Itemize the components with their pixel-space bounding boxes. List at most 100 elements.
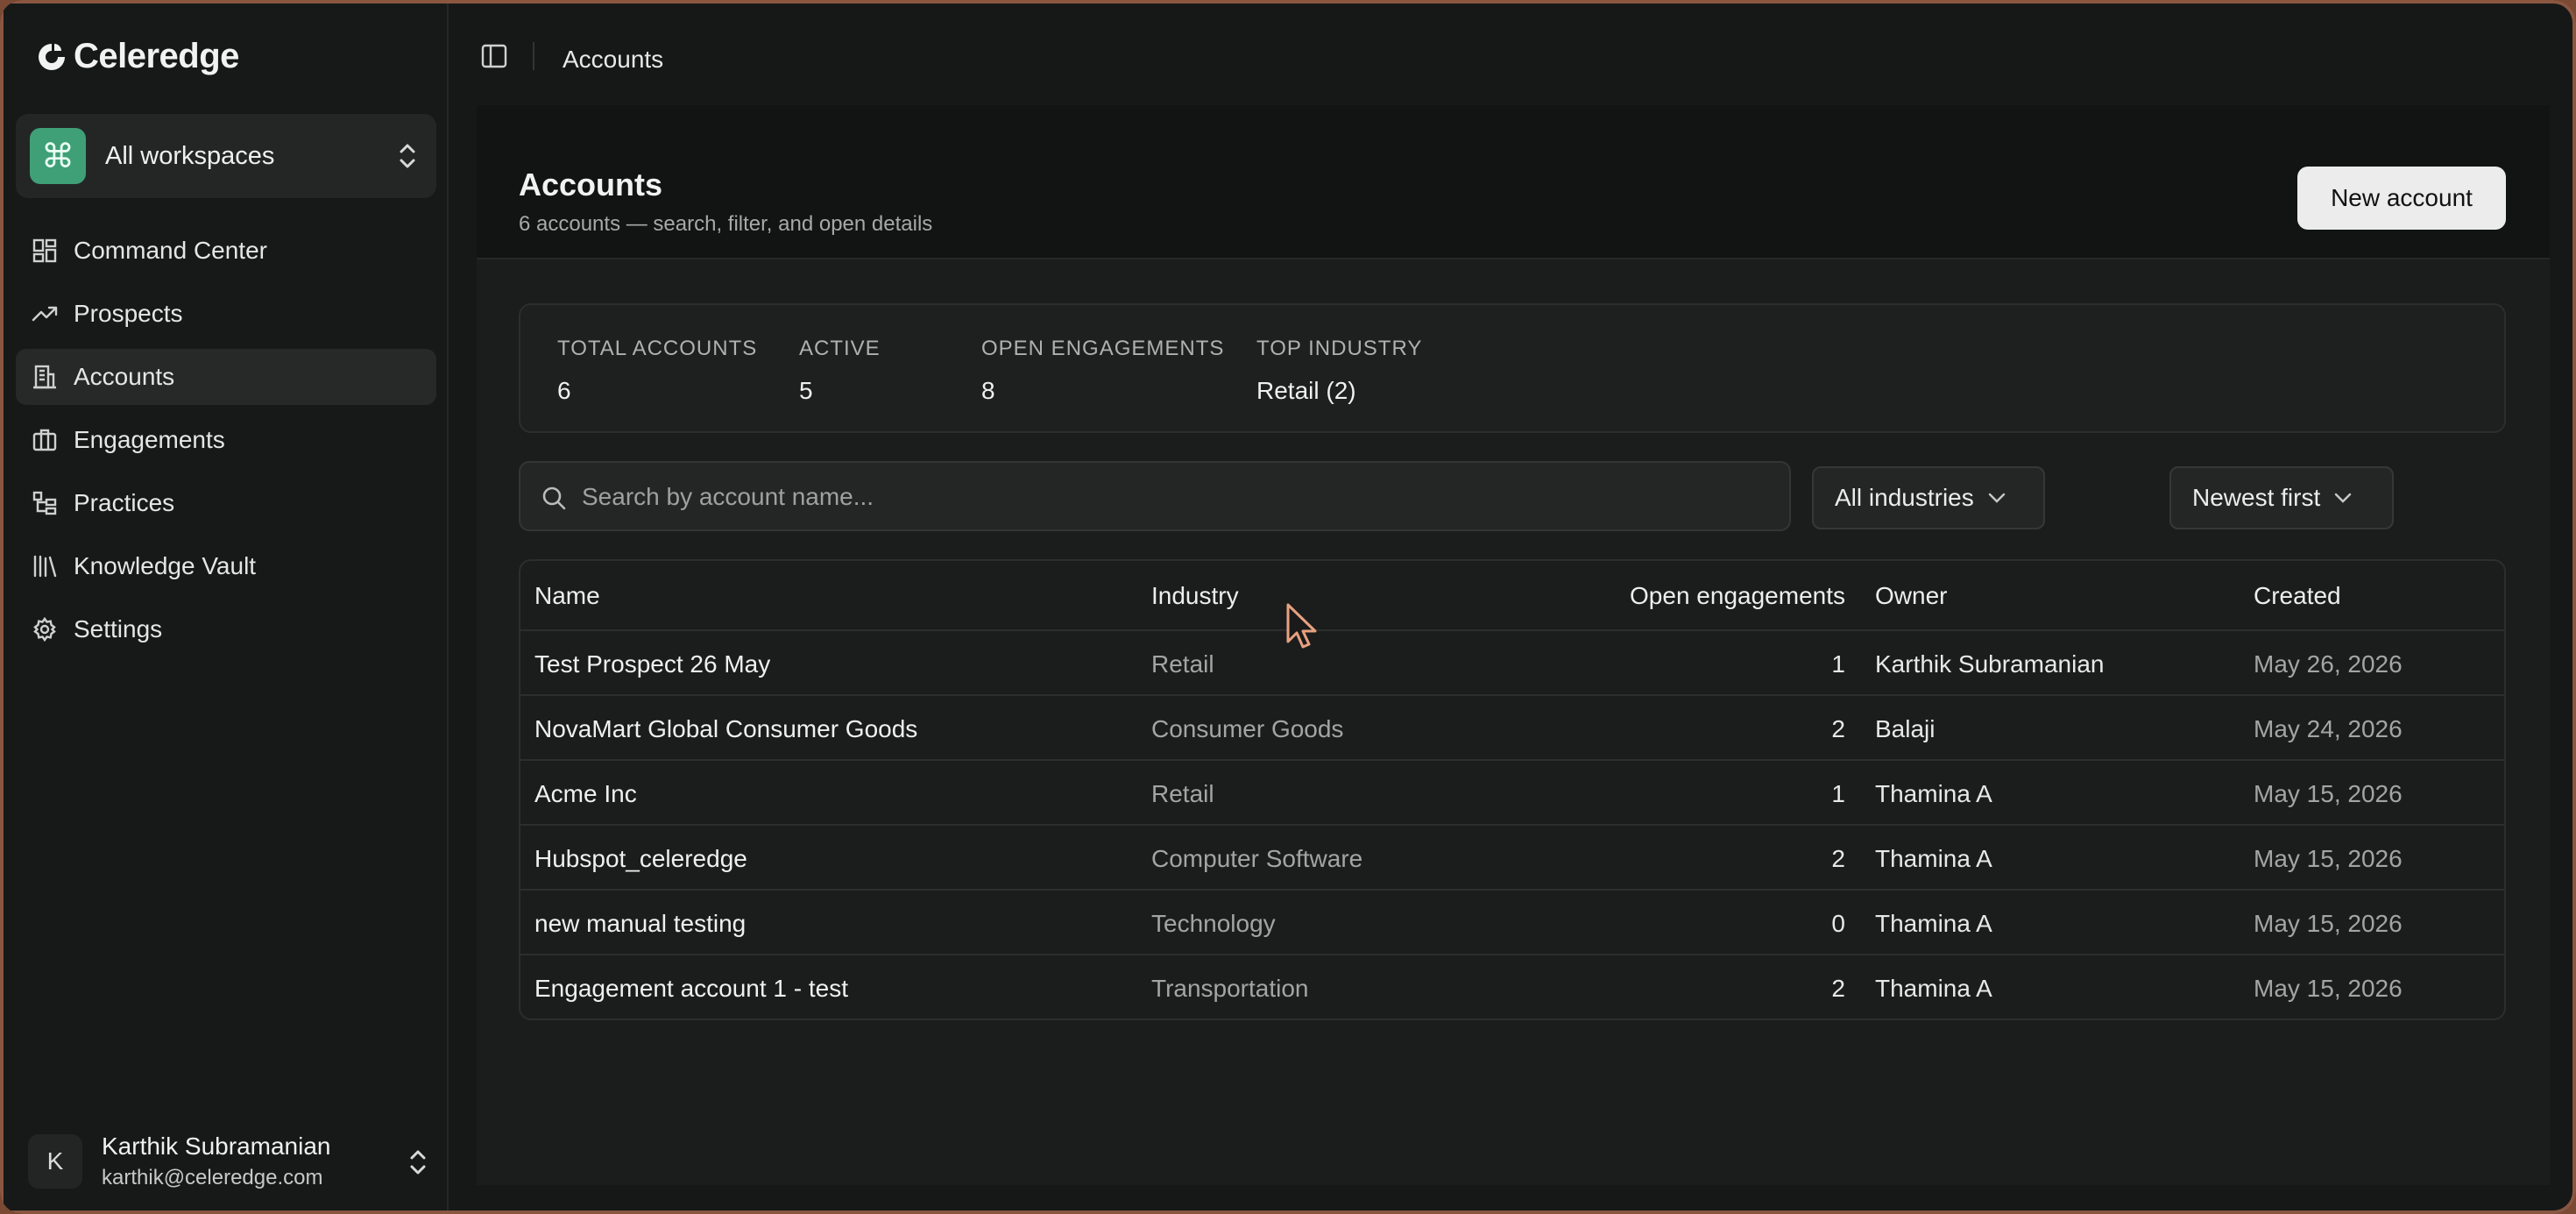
sidebar-item-practices[interactable]: Practices — [16, 475, 436, 531]
stat-label: OPEN ENGAGEMENTS — [981, 337, 1225, 360]
stat-label: TOTAL ACCOUNTS — [557, 337, 758, 360]
user-email: karthik@celeredge.com — [102, 1166, 323, 1189]
search-icon — [542, 486, 566, 510]
sort-select-value: Newest first — [2192, 484, 2321, 511]
sort-select[interactable]: Newest first — [2169, 466, 2394, 529]
cell-created: May 15, 2026 — [2254, 910, 2403, 937]
cell-open-engagements: 2 — [1831, 845, 1845, 872]
table-body: Test Prospect 26 May Retail 1 Karthik Subra… — [520, 631, 2504, 1019]
cell-created: May 15, 2026 — [2254, 845, 2403, 872]
sidebar-item-command-center[interactable]: Command Center — [16, 223, 436, 279]
gear-icon — [33, 616, 56, 642]
cell-owner: Thamina A — [1875, 975, 1992, 1002]
sidebar-nav: Command Center Prospects Accounts Engage… — [16, 223, 436, 664]
sidebar-item-label: Accounts — [74, 363, 175, 390]
sidebar: Celeredge ⌘ All workspaces Command Cente… — [4, 4, 449, 1210]
cell-name: new manual testing — [534, 910, 747, 937]
sidebar-item-label: Prospects — [74, 300, 183, 327]
celeredge-logo-icon — [39, 43, 65, 70]
sidebar-item-label: Knowledge Vault — [74, 552, 257, 579]
briefcase-icon — [32, 429, 57, 451]
cell-created: May 15, 2026 — [2254, 780, 2403, 807]
avatar: K — [28, 1134, 82, 1189]
command-icon: ⌘ — [30, 128, 86, 184]
cell-industry: Transportation — [1151, 975, 1309, 1002]
sidebar-item-engagements[interactable]: Engagements — [16, 412, 436, 468]
app-window: Celeredge ⌘ All workspaces Command Cente… — [0, 0, 2576, 1214]
page-title: Accounts — [519, 167, 663, 202]
brand-name: Celeredge — [74, 37, 239, 75]
search-input[interactable] — [582, 472, 1773, 522]
chevron-down-icon — [1988, 493, 2005, 503]
sidebar-item-prospects[interactable]: Prospects — [16, 286, 436, 342]
cell-owner: Thamina A — [1875, 910, 1992, 937]
main-panel: Accounts 6 accounts — search, filter, an… — [477, 105, 2550, 1185]
mouse-cursor-icon — [1286, 603, 1317, 649]
sidebar-item-label: Command Center — [74, 237, 267, 264]
chevrons-up-down-icon — [400, 144, 415, 168]
column-header-name[interactable]: Name — [534, 582, 600, 610]
cell-industry: Computer Software — [1151, 845, 1363, 872]
accounts-table: Name Industry Open engagements Owner Cre… — [519, 559, 2506, 1020]
column-header-created[interactable]: Created — [2254, 582, 2341, 610]
page-header: Accounts 6 accounts — search, filter, an… — [477, 105, 2550, 259]
cell-created: May 26, 2026 — [2254, 650, 2403, 678]
industry-filter-value: All industries — [1835, 484, 1974, 511]
cell-name: Hubspot_celeredge — [534, 845, 747, 872]
stat-active: ACTIVE 5 — [799, 337, 881, 405]
chevron-down-icon — [2335, 493, 2352, 503]
table-row[interactable]: new manual testing Technology 0 Thamina A Ma… — [520, 891, 2504, 955]
dashboard-icon — [32, 238, 57, 263]
user-name: Karthik Subramanian — [102, 1132, 331, 1160]
cell-owner: Thamina A — [1875, 780, 1992, 807]
cell-open-engagements: 1 — [1831, 780, 1845, 807]
sidebar-item-label: Practices — [74, 489, 175, 516]
cell-owner: Thamina A — [1875, 845, 1992, 872]
building-icon — [33, 365, 56, 389]
sidebar-item-knowledge-vault[interactable]: Knowledge Vault — [16, 538, 436, 594]
cell-owner: Karthik Subramanian — [1875, 650, 2105, 678]
stat-value: 5 — [799, 377, 813, 404]
industry-filter[interactable]: All industries — [1812, 466, 2045, 529]
library-icon — [33, 555, 57, 578]
sidebar-item-settings[interactable]: Settings — [16, 601, 436, 657]
table-row[interactable]: Acme Inc Retail 1 Thamina A May 15, 2026 — [520, 761, 2504, 826]
cell-owner: Balaji — [1875, 715, 1936, 742]
sidebar-toggle-icon[interactable] — [480, 42, 508, 70]
search-box[interactable] — [519, 461, 1791, 531]
sidebar-item-accounts[interactable]: Accounts — [16, 349, 436, 405]
logo[interactable]: Celeredge — [35, 37, 239, 76]
breadcrumb: Accounts — [563, 46, 664, 73]
table-row[interactable]: Hubspot_celeredge Computer Software 2 Thami… — [520, 826, 2504, 891]
cell-open-engagements: 2 — [1831, 975, 1845, 1002]
cell-name: Engagement account 1 - test — [534, 975, 848, 1002]
cell-industry: Retail — [1151, 650, 1214, 678]
sidebar-item-label: Settings — [74, 615, 163, 642]
table-row[interactable]: Test Prospect 26 May Retail 1 Karthik Subra… — [520, 631, 2504, 696]
workspace-switcher[interactable]: ⌘ All workspaces — [16, 114, 436, 198]
stat-label: TOP INDUSTRY — [1256, 337, 1423, 360]
hierarchy-icon — [32, 491, 57, 515]
cell-open-engagements: 2 — [1831, 715, 1845, 742]
cell-open-engagements: 0 — [1831, 910, 1845, 937]
stat-value: Retail (2) — [1256, 377, 1356, 404]
cell-open-engagements: 1 — [1831, 650, 1845, 678]
stat-open-engagements: OPEN ENGAGEMENTS 8 — [981, 337, 1224, 405]
user-menu[interactable]: K Karthik Subramanian karthik@celeredge.… — [28, 1131, 440, 1192]
stat-value: 8 — [981, 377, 995, 404]
table-row[interactable]: NovaMart Global Consumer Goods Consumer G… — [520, 696, 2504, 761]
stat-top-industry: TOP INDUSTRY Retail (2) — [1256, 337, 1422, 405]
cell-name: Acme Inc — [534, 780, 637, 807]
new-account-button[interactable]: New account — [2297, 167, 2506, 230]
stat-total-accounts: TOTAL ACCOUNTS 6 — [557, 337, 757, 405]
cell-industry: Technology — [1151, 910, 1276, 937]
stat-label: ACTIVE — [799, 337, 881, 360]
sidebar-item-label: Engagements — [74, 426, 225, 453]
column-header-industry[interactable]: Industry — [1151, 582, 1239, 610]
column-header-owner[interactable]: Owner — [1875, 582, 1947, 610]
cell-created: May 15, 2026 — [2254, 975, 2403, 1002]
stat-value: 6 — [557, 377, 571, 404]
cell-name: NovaMart Global Consumer Goods — [534, 715, 918, 742]
column-header-open-engagements[interactable]: Open engagements — [1630, 582, 1845, 610]
table-row[interactable]: Engagement account 1 - test Transportatio… — [520, 955, 2504, 1019]
